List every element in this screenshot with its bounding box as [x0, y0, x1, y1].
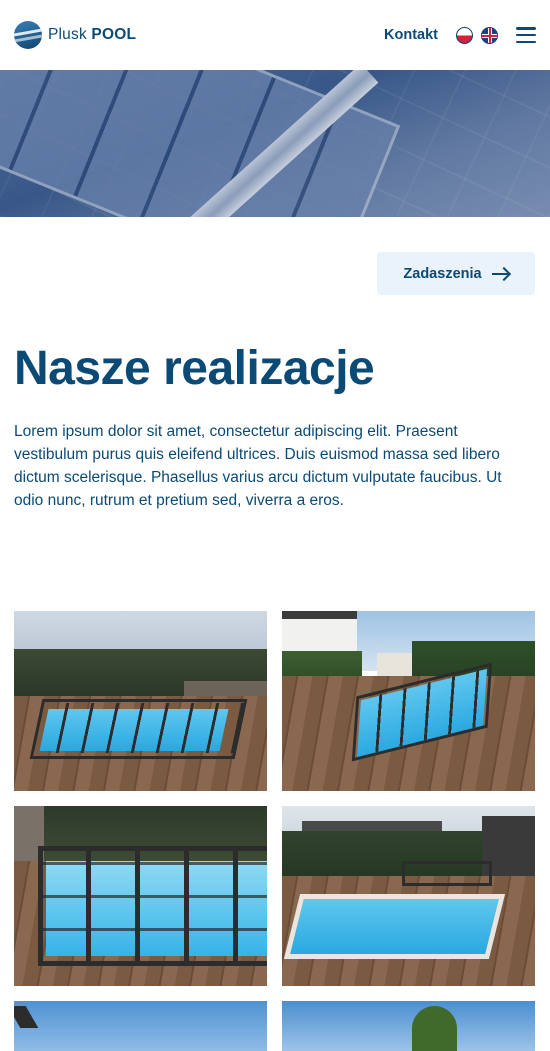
category-button-label: Zadaszenia	[403, 265, 482, 282]
flag-pl-icon[interactable]	[456, 26, 473, 44]
gallery-photo[interactable]	[282, 806, 535, 986]
flag-en-icon[interactable]	[481, 26, 498, 44]
logo[interactable]: Plusk POOL	[14, 21, 136, 49]
gallery-photo[interactable]	[14, 1001, 267, 1051]
logo-mark-icon	[14, 21, 42, 49]
arrow-right-icon	[491, 272, 509, 275]
gallery-photo[interactable]	[14, 806, 267, 986]
site-header: Plusk POOL Kontakt	[0, 0, 550, 70]
hamburger-menu-icon[interactable]	[516, 27, 536, 43]
gallery-photo[interactable]	[282, 1001, 535, 1051]
page-title: Nasze realizacje	[14, 342, 375, 395]
gallery-photo[interactable]	[14, 611, 267, 791]
header-nav: Kontakt	[384, 26, 536, 44]
contact-link[interactable]: Kontakt	[384, 27, 438, 43]
hero-image	[0, 70, 550, 217]
section-description: Lorem ipsum dolor sit amet, consectetur …	[14, 423, 502, 509]
category-button-zadaszenia[interactable]: Zadaszenia	[377, 252, 535, 295]
gallery-photo[interactable]	[282, 611, 535, 791]
logo-text: Plusk POOL	[48, 26, 137, 43]
